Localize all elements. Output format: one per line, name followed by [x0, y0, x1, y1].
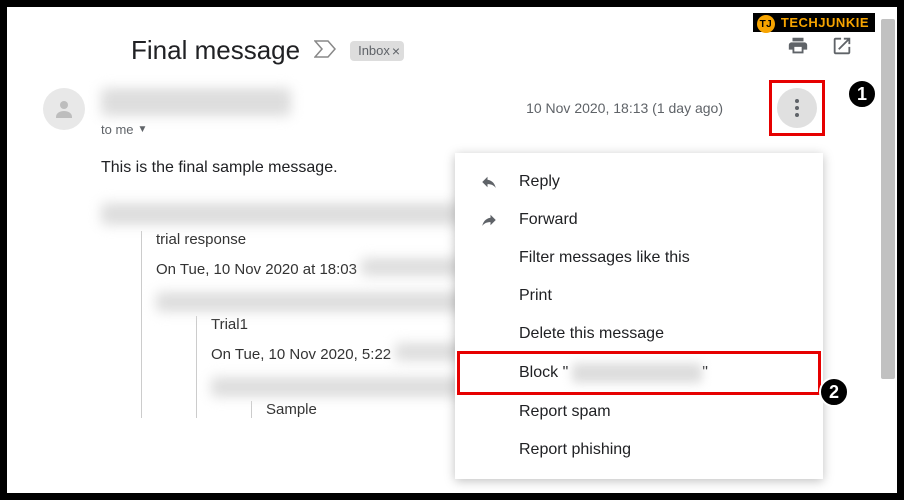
show-details-icon[interactable]: ▼ [138, 124, 148, 135]
menu-block-sender[interactable]: Block "" [455, 353, 823, 393]
reply-icon [477, 173, 501, 191]
menu-delete[interactable]: Delete this message [455, 315, 823, 353]
sender-avatar[interactable] [43, 88, 85, 130]
redacted-sender [572, 363, 702, 383]
menu-label: Report spam [519, 403, 611, 421]
print-icon[interactable] [787, 35, 809, 62]
menu-filter[interactable]: Filter messages like this [455, 239, 823, 277]
redacted-line [101, 203, 461, 225]
annotation-badge-2: 2 [819, 377, 849, 407]
menu-forward[interactable]: Forward [455, 201, 823, 239]
menu-report-phishing[interactable]: Report phishing [455, 431, 823, 469]
redacted-inline [361, 258, 461, 276]
menu-label: Print [519, 287, 552, 305]
menu-label: Block "" [519, 363, 708, 383]
more-options-button[interactable] [777, 88, 817, 128]
remove-label-icon[interactable]: × [392, 43, 400, 59]
menu-label: Filter messages like this [519, 249, 690, 267]
menu-label: Delete this message [519, 325, 664, 343]
recipient-text: to me [101, 122, 134, 137]
annotation-highlight-1 [769, 80, 825, 136]
menu-reply[interactable]: Reply [455, 163, 823, 201]
subject-text: Final message [131, 35, 300, 66]
app-frame: TECHJUNKIE Final message Inbox × [6, 6, 898, 494]
annotation-badge-1: 1 [847, 79, 877, 109]
menu-label: Reply [519, 173, 560, 191]
inbox-label-text: Inbox [358, 43, 390, 58]
open-new-window-icon[interactable] [831, 35, 853, 62]
inbox-label-chip[interactable]: Inbox × [350, 41, 404, 61]
subject-row: Final message Inbox × [131, 35, 861, 66]
thread-actions [787, 35, 853, 62]
menu-report-spam[interactable]: Report spam [455, 393, 823, 431]
message-context-menu: Reply Forward Filter messages like this … [455, 153, 823, 479]
message-header-row: to me ▼ 10 Nov 2020, 18:13 (1 day ago) [43, 88, 861, 137]
menu-print[interactable]: Print [455, 277, 823, 315]
message-meta-actions: 10 Nov 2020, 18:13 (1 day ago) [526, 88, 817, 128]
menu-label: Forward [519, 211, 578, 229]
forward-icon [477, 211, 501, 229]
timestamp: 10 Nov 2020, 18:13 (1 day ago) [526, 100, 723, 116]
email-content: Final message Inbox × [7, 7, 897, 493]
menu-label: Report phishing [519, 441, 631, 459]
sender-name-redacted [101, 88, 291, 116]
importance-marker-icon[interactable] [314, 38, 336, 64]
